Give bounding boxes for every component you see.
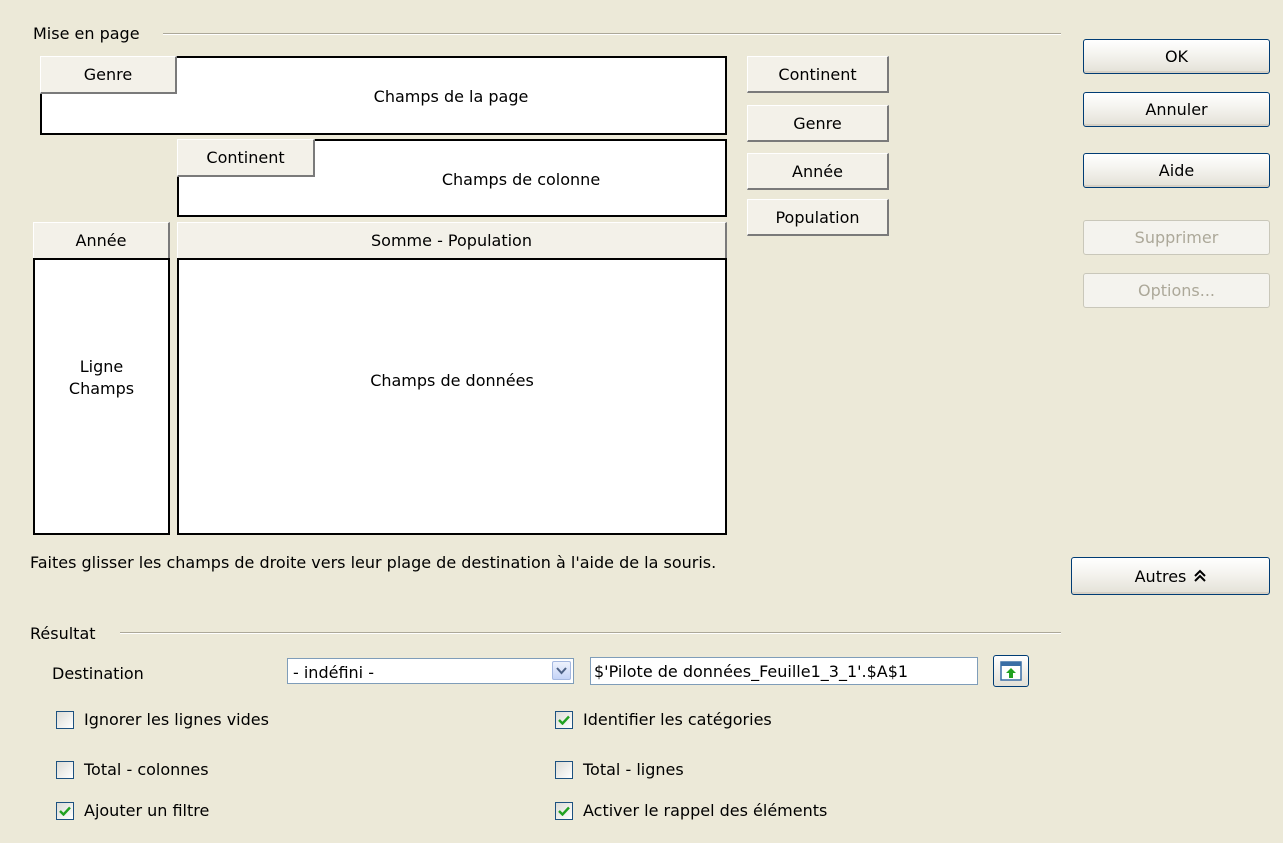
page-fields-label: Champs de la page: [373, 87, 529, 106]
chevron-down-icon[interactable]: [552, 661, 571, 680]
check-mark-icon: [558, 715, 570, 725]
layout-section-title: Mise en page: [33, 24, 148, 43]
destination-label: Destination: [52, 664, 144, 683]
total-columns-checkbox[interactable]: [56, 761, 74, 779]
delete-button[interactable]: Supprimer: [1083, 220, 1270, 255]
help-button[interactable]: Aide: [1083, 153, 1270, 188]
available-field-population[interactable]: Population: [747, 199, 889, 236]
ignore-empty-rows-label[interactable]: Ignorer les lignes vides: [84, 710, 269, 729]
check-mark-icon: [59, 806, 71, 816]
row-fields-label: Ligne Champs: [33, 356, 170, 400]
page-field-genre[interactable]: Genre: [40, 56, 177, 94]
drag-hint-text: Faites glisser les champs de droite vers…: [30, 553, 717, 572]
shrink-dialog-button[interactable]: [993, 655, 1029, 687]
available-field-annee[interactable]: Année: [747, 153, 889, 190]
available-field-continent[interactable]: Continent: [747, 56, 889, 93]
cancel-button[interactable]: Annuler: [1083, 92, 1270, 127]
check-mark-icon: [558, 806, 570, 816]
row-field-annee[interactable]: Année: [33, 222, 170, 260]
enable-drilldown-checkbox[interactable]: [555, 802, 573, 820]
data-fields-label: Champs de données: [370, 371, 534, 390]
identify-categories-checkbox[interactable]: [555, 711, 573, 729]
destination-reference-input[interactable]: $'Pilote de données_Feuille1_3_1'.$A$1: [590, 657, 978, 685]
shrink-icon: [1000, 661, 1022, 681]
identify-categories-label[interactable]: Identifier les catégories: [583, 710, 772, 729]
add-filter-label[interactable]: Ajouter un filtre: [84, 801, 209, 820]
more-button[interactable]: Autres: [1071, 557, 1270, 595]
collapse-arrows-icon: [1194, 569, 1207, 583]
ok-button[interactable]: OK: [1083, 39, 1270, 74]
result-section-divider: [120, 632, 1061, 634]
data-fields-area[interactable]: [177, 258, 727, 535]
total-rows-checkbox[interactable]: [555, 761, 573, 779]
column-fields-label: Champs de colonne: [441, 170, 601, 189]
more-button-label: Autres: [1134, 566, 1187, 586]
destination-select-value: - indéfini -: [293, 663, 374, 682]
options-button[interactable]: Options...: [1083, 273, 1270, 308]
available-field-genre[interactable]: Genre: [747, 105, 889, 142]
layout-section-divider: [163, 33, 1061, 35]
destination-select[interactable]: - indéfini -: [287, 658, 574, 684]
ignore-empty-rows-checkbox[interactable]: [56, 711, 74, 729]
result-section-title: Résultat: [30, 624, 104, 643]
enable-drilldown-label[interactable]: Activer le rappel des éléments: [583, 801, 827, 820]
data-field-sum-population[interactable]: Somme - Population: [177, 222, 727, 260]
total-columns-label[interactable]: Total - colonnes: [84, 760, 209, 779]
total-rows-label[interactable]: Total - lignes: [583, 760, 684, 779]
add-filter-checkbox[interactable]: [56, 802, 74, 820]
column-field-continent[interactable]: Continent: [177, 139, 315, 177]
row-fields-label-line1: Ligne: [79, 357, 124, 376]
row-fields-label-line2: Champs: [68, 379, 135, 398]
